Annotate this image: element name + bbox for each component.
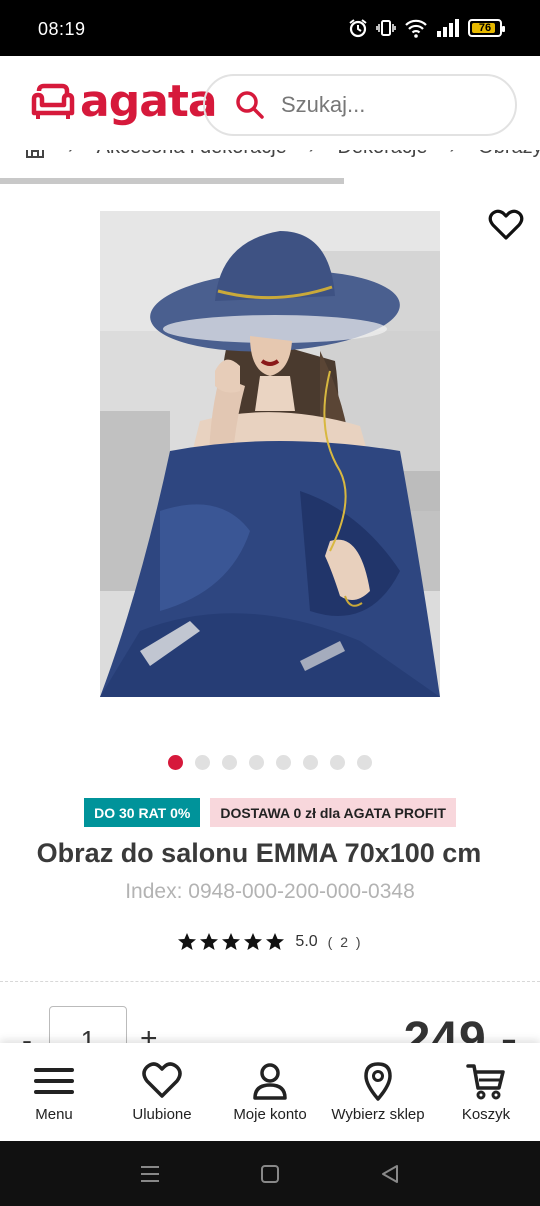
header: agata (0, 56, 540, 150)
search-bar[interactable] (203, 74, 517, 136)
rating-count[interactable]: ( 2 ) (328, 934, 363, 950)
product-title: Obraz do salonu EMMA 70x100 cm (36, 838, 482, 868)
star-icon (200, 933, 219, 950)
location-icon (364, 1062, 392, 1101)
nav-label: Koszyk (461, 1106, 511, 1123)
carousel-dot-6[interactable] (303, 755, 318, 770)
cart-icon (466, 1064, 505, 1100)
vibrate-icon (376, 20, 396, 36)
star-icon (178, 933, 197, 950)
recent-apps-icon (141, 1165, 159, 1182)
home-button[interactable] (250, 1154, 290, 1194)
installments-badge: DO 30 RAT 0% (84, 798, 201, 827)
delivery-badge: DOSTAWA 0 zł dla AGATA PROFIT (210, 798, 456, 827)
star-icon (266, 933, 285, 950)
back-triangle-icon (382, 1164, 398, 1183)
signal-icon (437, 19, 459, 37)
battery-level: 76 (478, 22, 492, 34)
carousel-dot-5[interactable] (276, 755, 291, 770)
search-icon[interactable] (235, 90, 265, 120)
carousel-dot-1[interactable] (168, 755, 183, 770)
breadcrumb-scrollbar[interactable] (0, 178, 344, 184)
recent-apps-button[interactable] (130, 1154, 170, 1194)
nav-label: Wybierz sklep (331, 1106, 425, 1123)
sofa-logo-icon (31, 83, 75, 119)
heart-icon (488, 209, 524, 240)
user-icon (253, 1063, 287, 1100)
back-button[interactable] (370, 1154, 410, 1194)
product-price: 249,- (403, 1013, 518, 1046)
nav-favorites[interactable]: Ulubione (108, 1043, 216, 1141)
nav-label: Menu (35, 1106, 73, 1123)
carousel-dot-8[interactable] (357, 755, 372, 770)
carousel-dots (0, 755, 540, 770)
system-navigation-bar (0, 1141, 540, 1206)
nav-menu[interactable]: Menu (0, 1043, 108, 1141)
alarm-icon (349, 19, 367, 38)
status-time: 08:19 (38, 19, 86, 39)
status-bar: 08:19 76 (0, 0, 540, 56)
carousel-dot-4[interactable] (249, 755, 264, 770)
star-icon (222, 933, 241, 950)
product-index: Index: 0948-000-200-000-0348 (125, 880, 415, 903)
carousel-dot-2[interactable] (195, 755, 210, 770)
chevron-right-icon: › (449, 150, 456, 159)
rating-stars (177, 932, 285, 952)
carousel-dot-7[interactable] (330, 755, 345, 770)
home-square-icon (261, 1164, 279, 1183)
chevron-right-icon: › (309, 150, 316, 159)
home-icon[interactable] (24, 150, 46, 159)
bottom-navigation: Menu Ulubione Moje konto Wybierz sklep K… (0, 1043, 540, 1141)
carousel-dot-3[interactable] (222, 755, 237, 770)
logo-text: agata (80, 76, 218, 127)
agata-logo[interactable]: agata (30, 76, 218, 127)
heart-icon (142, 1062, 182, 1098)
divider (0, 981, 540, 982)
chevron-right-icon: › (68, 150, 75, 159)
quantity-input[interactable]: 1 (49, 1006, 127, 1046)
product-image[interactable] (100, 211, 440, 697)
nav-label: Moje konto (233, 1106, 307, 1123)
nav-account[interactable]: Moje konto (216, 1043, 324, 1141)
status-icons: 76 (348, 18, 505, 38)
star-icon (244, 933, 263, 950)
painting-woman-in-blue-hat (100, 211, 440, 697)
rating-value: 5.0 (295, 933, 318, 950)
battery-icon: 76 (468, 19, 505, 37)
promo-badges: DO 30 RAT 0% DOSTAWA 0 zł dla AGATA PROF… (0, 798, 540, 827)
breadcrumb-item[interactable]: Dekoracje (337, 150, 427, 159)
product-rating[interactable]: 5.0 ( 2 ) (0, 932, 540, 952)
quantity-price-row: - 1 + 249,- (0, 1006, 540, 1046)
search-input[interactable] (281, 92, 501, 118)
add-to-favorites-button[interactable] (486, 205, 526, 245)
nav-label: Ulubione (132, 1106, 192, 1123)
breadcrumb-item[interactable]: Obrazy (478, 150, 540, 159)
nav-cart[interactable]: Koszyk (432, 1043, 540, 1141)
wifi-icon (405, 19, 427, 38)
nav-choose-store[interactable]: Wybierz sklep (324, 1043, 432, 1141)
breadcrumb-item[interactable]: Akcesoria i dekoracje (97, 150, 287, 159)
menu-icon (34, 1068, 74, 1094)
